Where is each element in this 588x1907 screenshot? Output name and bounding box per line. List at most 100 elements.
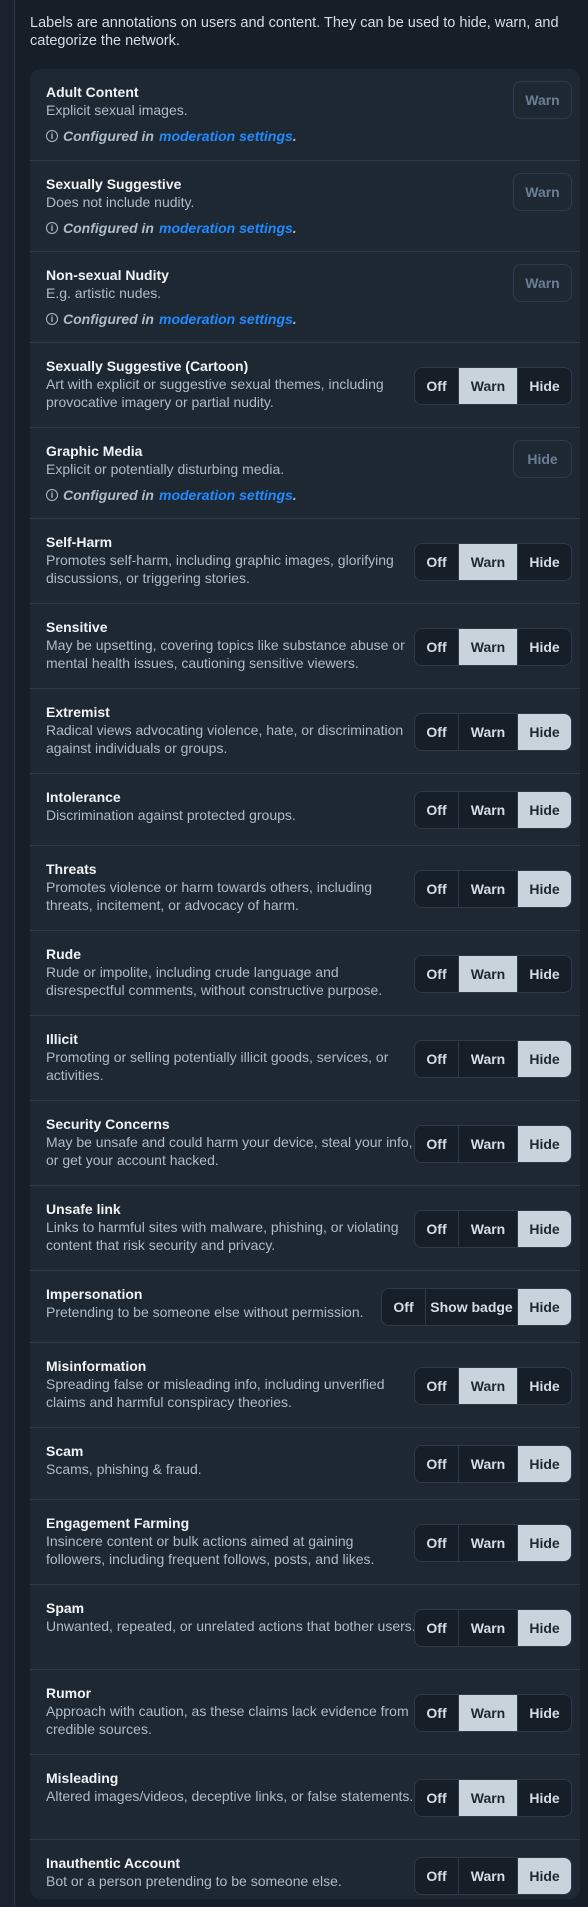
option-warn[interactable]: Warn [458, 1211, 517, 1247]
option-off[interactable]: Off [415, 544, 458, 580]
info-icon: i [46, 221, 58, 234]
label-text: Rumor Approach with caution, as these cla… [46, 1684, 416, 1738]
option-hide[interactable]: Hide [517, 544, 571, 580]
configured-note: i Configured in moderation settings. [46, 220, 416, 236]
label-setting-toggle[interactable]: Off Warn Hide [414, 1210, 572, 1248]
label-setting-toggle[interactable]: Off Warn Hide [414, 1040, 572, 1078]
option-warn[interactable]: Warn [458, 629, 517, 665]
option-hide[interactable]: Hide [517, 714, 571, 750]
option-hide[interactable]: Hide [517, 1610, 571, 1646]
option-off[interactable]: Off [415, 1780, 458, 1816]
label-title: Spam [46, 1600, 85, 1616]
label-setting-toggle[interactable]: Off Warn Hide [414, 1445, 572, 1483]
option-warn[interactable]: Warn [458, 956, 517, 992]
option-hide[interactable]: Hide [517, 368, 571, 404]
option-warn[interactable]: Warn [458, 714, 517, 750]
label-setting-toggle[interactable]: Off Show badge Hide [381, 1288, 572, 1326]
option-off[interactable]: Off [415, 1211, 458, 1247]
option-warn[interactable]: Warn [458, 1858, 517, 1894]
label-title: Graphic Media [46, 443, 143, 459]
option-hide[interactable]: Hide [517, 956, 571, 992]
option-off[interactable]: Off [415, 1041, 458, 1077]
option-off[interactable]: Off [415, 956, 458, 992]
option-warn[interactable]: Warn [458, 1126, 517, 1162]
label-setting-toggle[interactable]: Off Warn Hide [414, 955, 572, 993]
label-setting-toggle[interactable]: Off Warn Hide [414, 1609, 572, 1647]
label-title: Sexually Suggestive (Cartoon) [46, 358, 249, 374]
option-off[interactable]: Off [415, 1610, 458, 1646]
option-off[interactable]: Off [415, 1368, 458, 1404]
label-description: Radical views advocating violence, hate,… [46, 722, 404, 756]
option-warn[interactable]: Warn [458, 1695, 517, 1731]
label-row-misinformation: Misinformation Spreading false or mislead… [30, 1342, 580, 1427]
option-off[interactable]: Off [415, 714, 458, 750]
option-hide[interactable]: Hide [517, 792, 571, 828]
label-setting-toggle[interactable]: Off Warn Hide [414, 1125, 572, 1163]
label-setting-toggle[interactable]: Off Warn Hide [414, 1857, 572, 1895]
option-warn[interactable]: Warn [458, 1368, 517, 1404]
option-hide[interactable]: Hide [517, 1368, 571, 1404]
label-row-scam: Scam Scams, phishing & fraud. Off Warn Hide [30, 1427, 580, 1499]
configured-suffix: . [292, 219, 297, 236]
option-warn[interactable]: Warn [458, 544, 517, 580]
label-setting-toggle[interactable]: Off Warn Hide [414, 1694, 572, 1732]
option-warn[interactable]: Warn [458, 871, 517, 907]
label-setting-toggle[interactable]: Off Warn Hide [414, 1367, 572, 1405]
option-hide[interactable]: Hide [517, 1525, 571, 1561]
label-setting-toggle[interactable]: Off Warn Hide [414, 791, 572, 829]
label-setting-toggle[interactable]: Off Warn Hide [414, 1524, 572, 1562]
option-off[interactable]: Off [382, 1289, 425, 1325]
label-title: Non-sexual Nudity [46, 267, 169, 283]
option-off[interactable]: Off [415, 368, 458, 404]
moderation-settings-link[interactable]: moderation settings [159, 128, 293, 144]
option-hide[interactable]: Hide [517, 1780, 571, 1816]
option-hide[interactable]: Hide [517, 1041, 571, 1077]
option-warn[interactable]: Warn [458, 792, 517, 828]
label-setting-toggle[interactable]: Off Warn Hide [414, 628, 572, 666]
option-off[interactable]: Off [415, 1126, 458, 1162]
label-title: Scam [46, 1443, 84, 1459]
option-off[interactable]: Off [415, 1446, 458, 1482]
option-off[interactable]: Off [415, 792, 458, 828]
option-hide[interactable]: Hide [517, 629, 571, 665]
moderation-settings-link[interactable]: moderation settings [159, 311, 293, 327]
label-row-graphic-media: Graphic Media Explicit or potentially dis… [30, 427, 580, 518]
option-off[interactable]: Off [415, 871, 458, 907]
label-description: Spreading false or misleading info, incl… [46, 1376, 385, 1410]
option-off[interactable]: Off [415, 1525, 458, 1561]
option-off[interactable]: Off [415, 629, 458, 665]
moderation-settings-link[interactable]: moderation settings [159, 487, 293, 503]
option-hide[interactable]: Hide [517, 1858, 571, 1894]
option-off[interactable]: Off [415, 1858, 458, 1894]
option-hide[interactable]: Hide [517, 1695, 571, 1731]
label-row-sensitive: Sensitive May be upsetting, covering topi… [30, 603, 580, 688]
moderation-settings-link[interactable]: moderation settings [159, 220, 293, 236]
option-hide[interactable]: Hide [517, 1289, 571, 1325]
option-warn[interactable]: Warn [458, 1041, 517, 1077]
option-hide[interactable]: Hide [517, 1446, 571, 1482]
option-show-badge[interactable]: Show badge [425, 1289, 517, 1325]
option-warn[interactable]: Warn [458, 1446, 517, 1482]
warn-button: Warn [513, 264, 572, 302]
option-warn[interactable]: Warn [458, 1610, 517, 1646]
option-hide[interactable]: Hide [517, 871, 571, 907]
option-warn[interactable]: Warn [458, 368, 517, 404]
label-setting-toggle[interactable]: Off Warn Hide [414, 870, 572, 908]
label-setting-toggle[interactable]: Off Warn Hide [414, 543, 572, 581]
warn-button: Warn [513, 173, 572, 211]
label-row-intolerance: Intolerance Discrimination against protec… [30, 773, 580, 845]
label-title: Inauthentic Account [46, 1855, 181, 1871]
label-setting-toggle[interactable]: Off Warn Hide [414, 1779, 572, 1817]
label-title: Unsafe link [46, 1201, 121, 1217]
option-off[interactable]: Off [415, 1695, 458, 1731]
option-hide[interactable]: Hide [517, 1126, 571, 1162]
option-warn[interactable]: Warn [458, 1525, 517, 1561]
label-description: Scams, phishing & fraud. [46, 1461, 202, 1477]
label-text: Intolerance Discrimination against protec… [46, 788, 416, 825]
option-warn[interactable]: Warn [458, 1780, 517, 1816]
label-setting-toggle[interactable]: Off Warn Hide [414, 367, 572, 405]
label-setting-toggle[interactable]: Off Warn Hide [414, 713, 572, 751]
configured-prefix: Configured in [63, 486, 154, 503]
option-hide[interactable]: Hide [517, 1211, 571, 1247]
label-text: Sexually Suggestive (Cartoon) Art with ex… [46, 357, 416, 411]
